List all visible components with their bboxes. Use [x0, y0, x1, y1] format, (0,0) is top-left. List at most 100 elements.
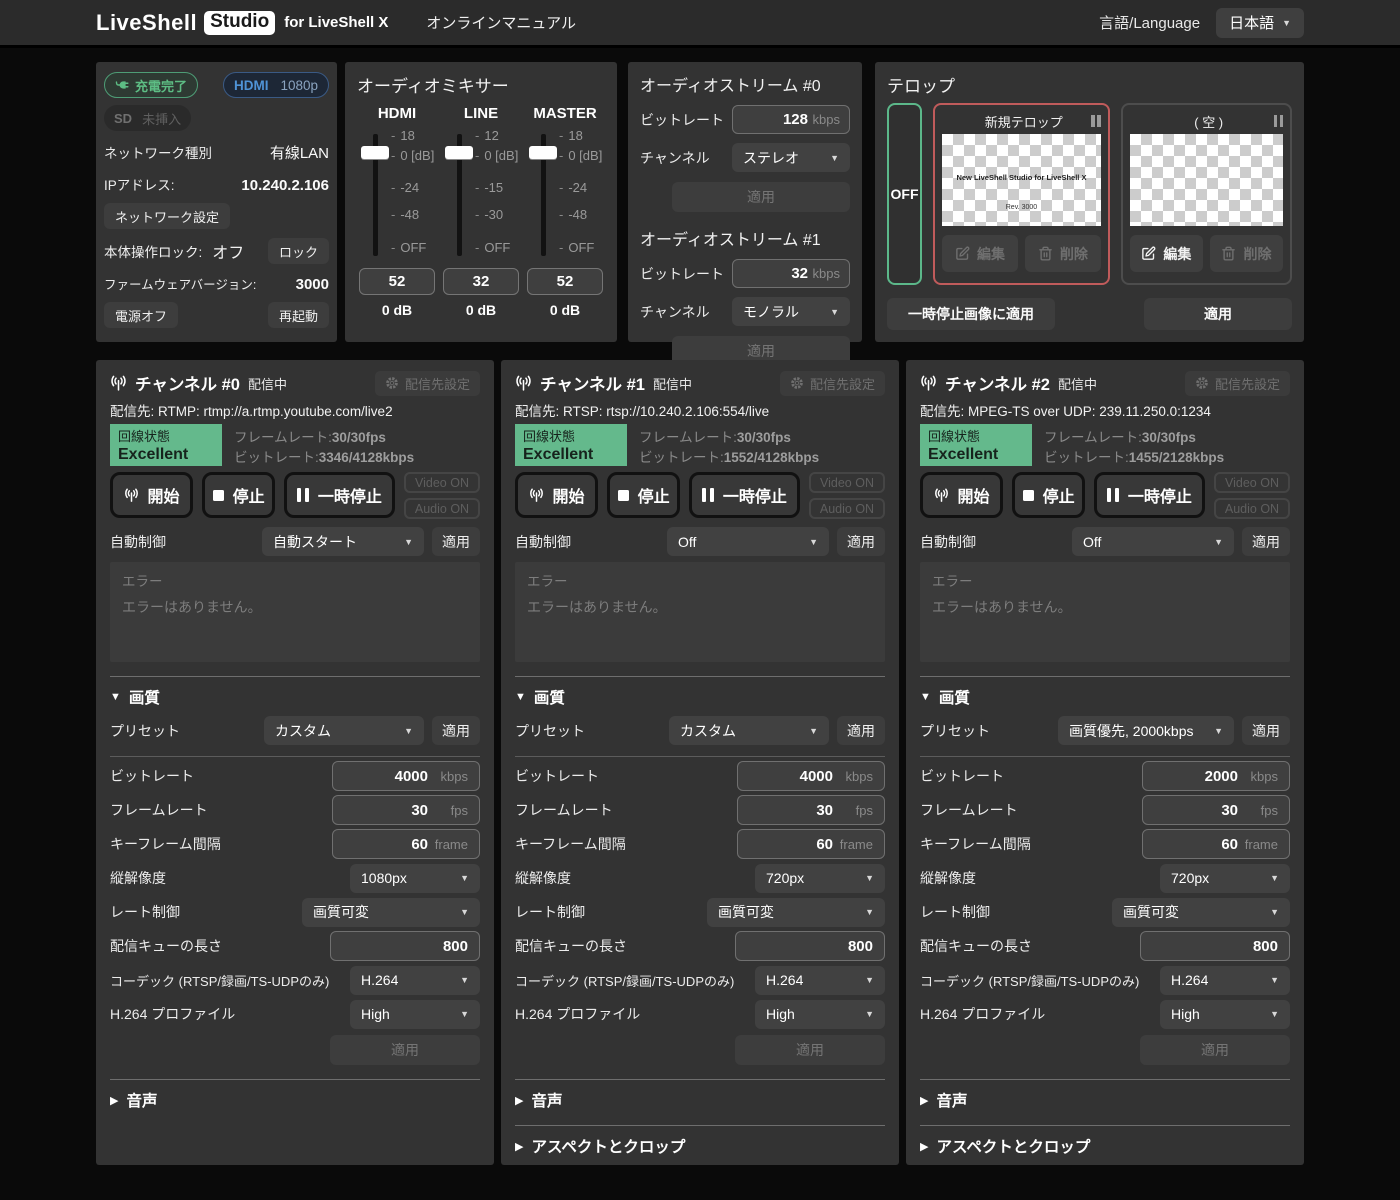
auto-apply-button[interactable]: 適用 [1242, 527, 1290, 556]
quality-apply-button[interactable]: 適用 [735, 1035, 885, 1065]
codec-select[interactable]: H.264▼ [350, 966, 480, 995]
codec-select[interactable]: H.264▼ [755, 966, 885, 995]
aspect-section-toggle[interactable]: ▶ アスペクトとクロップ [515, 1135, 885, 1157]
pause-icon[interactable] [1091, 115, 1101, 127]
master-fader[interactable]: 18 0 [dB] -24 -48 OFF [525, 130, 605, 262]
destination-settings-button[interactable]: 配信先設定 [780, 371, 885, 396]
h264-profile-select[interactable]: High▼ [755, 1000, 885, 1029]
framerate-input[interactable]: 30fps [332, 795, 480, 825]
telop-edit-button[interactable]: 編集 [1130, 235, 1203, 272]
preset-select[interactable]: カスタム▼ [264, 716, 424, 745]
audio-stream-0: オーディオストリーム #0 ビットレート 128 kbps チャンネル ステレオ… [640, 72, 850, 212]
video-on-toggle[interactable]: Video ON [1214, 472, 1290, 493]
preset-apply-button[interactable]: 適用 [837, 716, 885, 745]
pause-icon[interactable] [1274, 115, 1284, 127]
queue-length-input[interactable]: 800 [735, 931, 885, 961]
quality-section-toggle[interactable]: ▼ 画質 [515, 686, 885, 708]
video-on-toggle[interactable]: Video ON [809, 472, 885, 493]
bitrate-input[interactable]: 4000kbps [737, 761, 885, 791]
telop-delete-button[interactable]: 削除 [1025, 235, 1101, 272]
telop-edit-button[interactable]: 編集 [942, 235, 1018, 272]
audio-bitrate-input[interactable]: 128 kbps [732, 105, 850, 134]
pause-button[interactable]: 一時停止 [1094, 472, 1205, 518]
stop-button[interactable]: 停止 [1012, 472, 1085, 518]
start-button[interactable]: 開始 [110, 472, 193, 518]
framerate-input[interactable]: 30fps [1142, 795, 1290, 825]
audio-section-toggle[interactable]: ▶ 音声 [110, 1089, 480, 1111]
auto-control-select[interactable]: 自動スタート▼ [262, 527, 424, 556]
auto-apply-button[interactable]: 適用 [837, 527, 885, 556]
audio-on-toggle[interactable]: Audio ON [809, 498, 885, 519]
power-off-button[interactable]: 電源オフ [104, 302, 178, 328]
video-on-toggle[interactable]: Video ON [404, 472, 480, 493]
stop-button[interactable]: 停止 [607, 472, 680, 518]
framerate-label: フレームレート [110, 800, 332, 820]
quality-section-toggle[interactable]: ▼ 画質 [920, 686, 1290, 708]
h264-profile-select[interactable]: High▼ [350, 1000, 480, 1029]
telop-off-button[interactable]: OFF [887, 103, 922, 285]
pause-button[interactable]: 一時停止 [284, 472, 395, 518]
preset-apply-button[interactable]: 適用 [432, 716, 480, 745]
vertical-resolution-select[interactable]: 1080px▼ [350, 864, 480, 893]
telop-delete-button[interactable]: 削除 [1210, 235, 1283, 272]
keyframe-input[interactable]: 60frame [332, 829, 480, 859]
preset-apply-button[interactable]: 適用 [1242, 716, 1290, 745]
rate-control-select[interactable]: 画質可変▼ [707, 898, 885, 927]
line-fader[interactable]: 12 0 [dB] -15 -30 OFF [441, 130, 521, 262]
hdmi-fader[interactable]: 18 0 [dB] -24 -48 OFF [357, 130, 437, 262]
codec-select[interactable]: H.264▼ [1160, 966, 1290, 995]
fader-handle[interactable] [361, 146, 389, 159]
hdmi-level-input[interactable]: 52 [359, 268, 435, 295]
line-level-input[interactable]: 32 [443, 268, 519, 295]
framerate-input[interactable]: 30fps [737, 795, 885, 825]
auto-control-select[interactable]: Off▼ [667, 527, 829, 556]
online-manual-link[interactable]: オンラインマニュアル [426, 12, 576, 33]
queue-length-input[interactable]: 800 [1140, 931, 1290, 961]
apply-to-pause-image-button[interactable]: 一時停止画像に適用 [887, 298, 1055, 330]
fader-handle[interactable] [445, 146, 473, 159]
rate-control-select[interactable]: 画質可変▼ [302, 898, 480, 927]
auto-control-select[interactable]: Off▼ [1072, 527, 1234, 556]
fader-handle[interactable] [529, 146, 557, 159]
keyframe-input[interactable]: 60frame [1142, 829, 1290, 859]
quality-apply-button[interactable]: 適用 [1140, 1035, 1290, 1065]
vertical-resolution-select[interactable]: 720px▼ [755, 864, 885, 893]
quality-apply-button[interactable]: 適用 [330, 1035, 480, 1065]
keyframe-input[interactable]: 60frame [737, 829, 885, 859]
audio-section-toggle[interactable]: ▶ 音声 [515, 1089, 885, 1111]
auto-apply-button[interactable]: 適用 [432, 527, 480, 556]
network-settings-button[interactable]: ネットワーク設定 [104, 203, 230, 229]
vertical-resolution-select[interactable]: 720px▼ [1160, 864, 1290, 893]
aspect-section-toggle[interactable]: ▶ アスペクトとクロップ [920, 1135, 1290, 1157]
quality-section-toggle[interactable]: ▼ 画質 [110, 686, 480, 708]
stop-button[interactable]: 停止 [202, 472, 275, 518]
destination-settings-button[interactable]: 配信先設定 [1185, 371, 1290, 396]
lock-button[interactable]: ロック [268, 238, 329, 264]
rate-control-select[interactable]: 画質可変▼ [1112, 898, 1290, 927]
master-level-input[interactable]: 52 [527, 268, 603, 295]
reboot-button[interactable]: 再起動 [268, 302, 329, 328]
queue-length-input[interactable]: 800 [330, 931, 480, 961]
error-box: エラー エラーはありません。 [920, 562, 1290, 662]
audio-bitrate-input[interactable]: 32 kbps [732, 259, 850, 288]
language-select[interactable]: 日本語 ▼ [1216, 8, 1304, 38]
audio-stream-apply-button[interactable]: 適用 [672, 182, 850, 212]
start-button[interactable]: 開始 [920, 472, 1003, 518]
bitrate-input[interactable]: 4000kbps [332, 761, 480, 791]
audio-on-toggle[interactable]: Audio ON [1214, 498, 1290, 519]
preset-select[interactable]: 画質優先, 2000kbps▼ [1058, 716, 1234, 745]
preset-select[interactable]: カスタム▼ [669, 716, 829, 745]
channel-status: 配信中 [653, 374, 692, 393]
h264-profile-select[interactable]: High▼ [1160, 1000, 1290, 1029]
channel-mode-select[interactable]: モノラル ▼ [732, 297, 850, 326]
telop-card-empty[interactable]: ( 空 ) 編集 [1121, 103, 1292, 285]
pause-button[interactable]: 一時停止 [689, 472, 800, 518]
telop-apply-button[interactable]: 適用 [1144, 298, 1292, 330]
channel-mode-select[interactable]: ステレオ ▼ [732, 143, 850, 172]
destination-settings-button[interactable]: 配信先設定 [375, 371, 480, 396]
audio-on-toggle[interactable]: Audio ON [404, 498, 480, 519]
telop-card-active[interactable]: 新規テロップ New LiveShell Studio for LiveShel… [933, 103, 1110, 285]
audio-section-toggle[interactable]: ▶ 音声 [920, 1089, 1290, 1111]
start-button[interactable]: 開始 [515, 472, 598, 518]
bitrate-input[interactable]: 2000kbps [1142, 761, 1290, 791]
